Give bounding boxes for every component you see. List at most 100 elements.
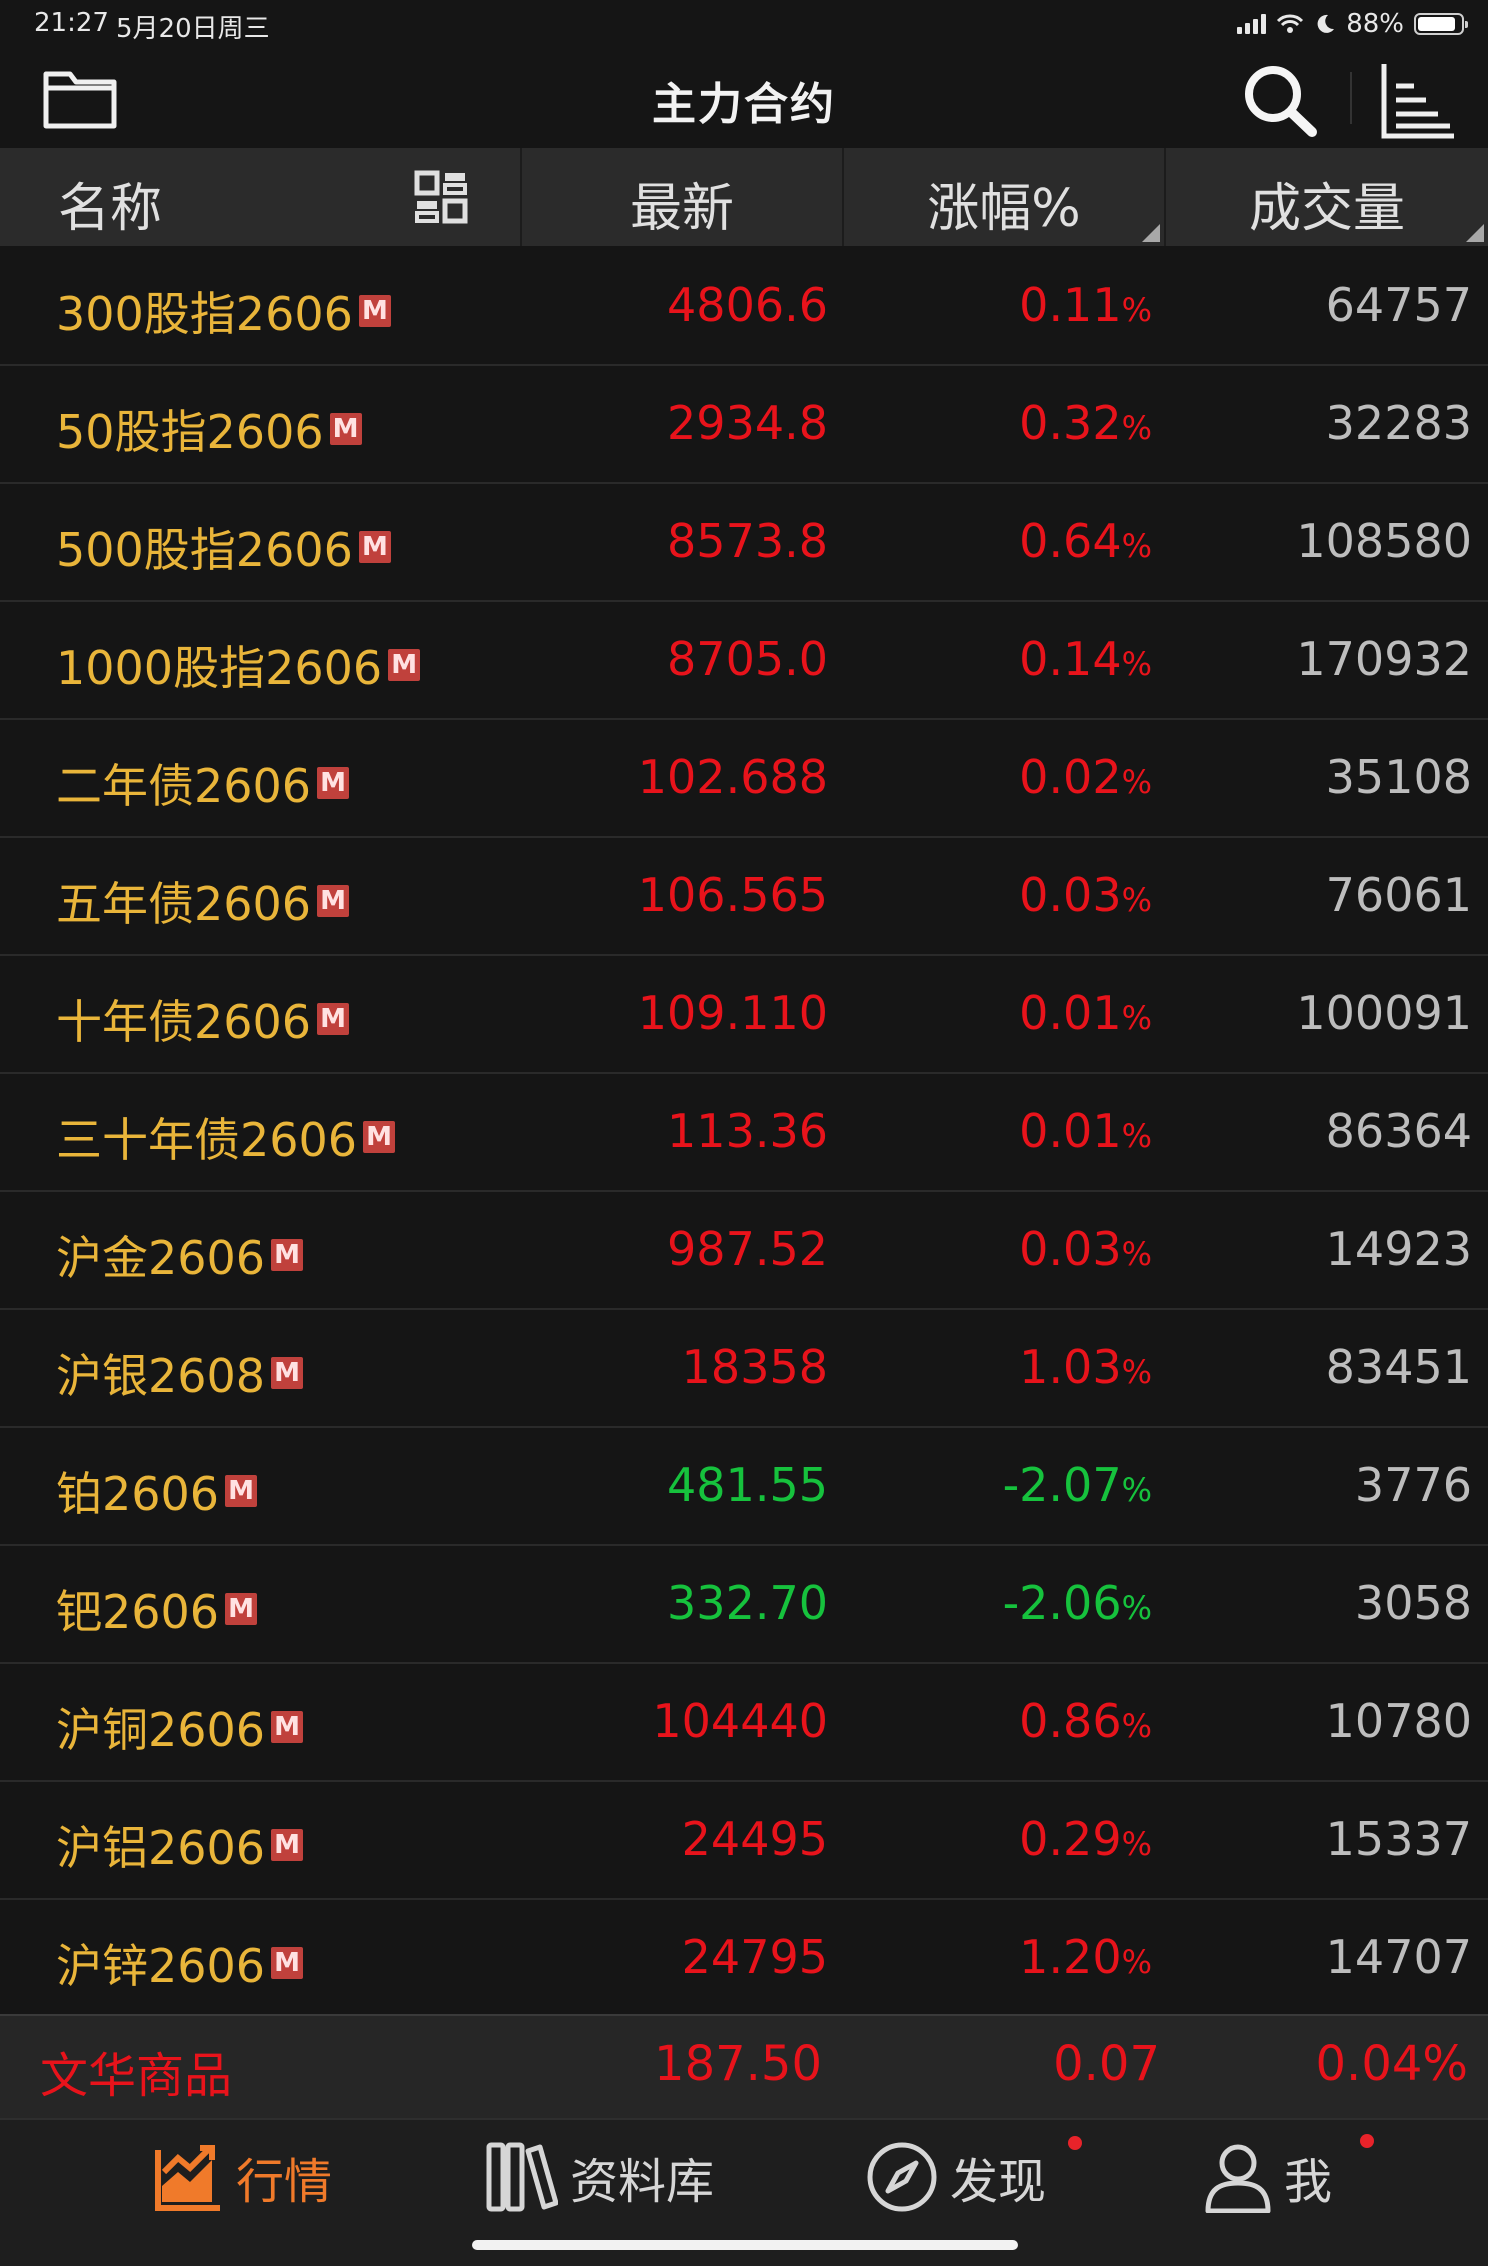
contract-name: 300股指2606 M <box>56 278 391 344</box>
change-percent: -2.06% <box>1003 1576 1152 1630</box>
table-row[interactable]: 三十年债2606 M 113.36 0.01% 86364 <box>0 1074 1488 1192</box>
table-row[interactable]: 铂2606 M 481.55 -2.07% 3776 <box>0 1428 1488 1546</box>
percent-unit: % <box>1121 1707 1152 1745</box>
volume: 100091 <box>1296 986 1472 1040</box>
column-header-last[interactable]: 最新 <box>522 148 844 246</box>
cellular-signal-icon <box>1237 14 1267 34</box>
percent-unit: % <box>1121 1943 1152 1981</box>
main-contract-badge: M <box>363 1121 396 1153</box>
contract-name-text: 沪锌2606 <box>56 1939 266 1993</box>
table-row[interactable]: 沪锌2606 M 24795 1.20% 14707 <box>0 1900 1488 2018</box>
change-percent: 0.01% <box>1019 1104 1152 1158</box>
table-row[interactable]: 50股指2606 M 2934.8 0.32% 32283 <box>0 366 1488 484</box>
change-percent: 0.02% <box>1019 750 1152 804</box>
change-percent: -2.07% <box>1003 1458 1152 1512</box>
status-bar: 21:27 5月20日周三 88% <box>0 0 1488 50</box>
books-icon <box>486 2142 558 2212</box>
contract-name: 沪银2608 M <box>56 1340 304 1406</box>
contract-name: 十年债2606 M <box>56 986 350 1052</box>
percent-unit: % <box>1121 999 1152 1037</box>
main-contract-badge: M <box>329 413 362 445</box>
index-price: 187.50 <box>654 2036 822 2092</box>
search-icon[interactable] <box>1240 62 1320 138</box>
tab-me[interactable]: 我 <box>1204 2134 1374 2214</box>
sort-corner-icon <box>1466 224 1484 242</box>
last-price: 102.688 <box>637 750 828 804</box>
last-price: 18358 <box>681 1340 828 1394</box>
volume: 15337 <box>1325 1812 1472 1866</box>
contract-name: 钯2606 M <box>56 1576 258 1642</box>
home-indicator <box>472 2240 1018 2250</box>
change-percent-value: -2.06 <box>1002 1576 1122 1630</box>
index-ticker-bar[interactable]: 文华商品 187.50 0.07 0.04% <box>0 2014 1488 2118</box>
change-percent-value: 0.03 <box>1019 868 1122 922</box>
table-row[interactable]: 五年债2606 M 106.565 0.03% 76061 <box>0 838 1488 956</box>
table-row[interactable]: 二年债2606 M 102.688 0.02% 35108 <box>0 720 1488 838</box>
table-row[interactable]: 沪银2608 M 18358 1.03% 83451 <box>0 1310 1488 1428</box>
tab-library[interactable]: 资料库 <box>486 2140 714 2214</box>
change-percent-value: 0.32 <box>1019 396 1122 450</box>
status-date: 5月20日周三 <box>116 14 270 44</box>
contract-name-text: 沪银2608 <box>56 1349 266 1403</box>
table-row[interactable]: 十年债2606 M 109.110 0.01% 100091 <box>0 956 1488 1074</box>
contract-name-text: 沪金2606 <box>56 1231 266 1285</box>
table-header: 名称 最新 涨幅% 成交量 <box>0 148 1488 246</box>
main-contract-badge: M <box>225 1593 258 1625</box>
volume: 3058 <box>1354 1576 1472 1630</box>
last-price: 113.36 <box>667 1104 828 1158</box>
trend-chart-icon <box>155 2145 220 2211</box>
volume: 170932 <box>1296 632 1472 686</box>
quote-list: 300股指2606 M 4806.6 0.11% 64757 50股指2606 M 2934.… <box>0 248 1488 2018</box>
table-row[interactable]: 沪铜2606 M 104440 0.86% 10780 <box>0 1664 1488 1782</box>
table-row[interactable]: 300股指2606 M 4806.6 0.11% 64757 <box>0 248 1488 366</box>
percent-unit: % <box>1121 1235 1152 1273</box>
tab-library-label: 资料库 <box>570 2154 715 2210</box>
compass-icon <box>867 2142 937 2212</box>
change-percent-value: 1.20 <box>1019 1930 1122 1984</box>
contract-name-text: 300股指2606 <box>56 287 353 341</box>
nav-bar: 主力合约 <box>0 50 1488 148</box>
change-percent: 1.03% <box>1019 1340 1152 1394</box>
change-percent: 0.11% <box>1019 278 1152 332</box>
percent-unit: % <box>1121 763 1152 801</box>
battery-fill <box>1418 17 1455 31</box>
table-row[interactable]: 沪铝2606 M 24495 0.29% 15337 <box>0 1782 1488 1900</box>
percent-unit: % <box>1121 527 1152 565</box>
percent-unit: % <box>1121 881 1152 919</box>
notification-dot <box>1360 2134 1374 2148</box>
tab-discover[interactable]: 发现 <box>866 2136 1082 2214</box>
volume: 10780 <box>1325 1694 1472 1748</box>
change-percent-value: 0.02 <box>1019 750 1122 804</box>
volume: 108580 <box>1296 514 1472 568</box>
contract-name: 500股指2606 M <box>56 514 391 580</box>
last-price: 332.70 <box>667 1576 828 1630</box>
main-contract-badge: M <box>388 649 421 681</box>
grid-layout-icon[interactable] <box>414 170 468 224</box>
notification-dot <box>1068 2136 1082 2150</box>
column-header-name[interactable]: 名称 <box>0 148 522 246</box>
change-percent-value: 1.03 <box>1019 1340 1122 1394</box>
table-row[interactable]: 1000股指2606 M 8705.0 0.14% 170932 <box>0 602 1488 720</box>
table-row[interactable]: 500股指2606 M 8573.8 0.64% 108580 <box>0 484 1488 602</box>
column-header-change[interactable]: 涨幅% <box>844 148 1166 246</box>
column-header-volume[interactable]: 成交量 <box>1166 148 1488 246</box>
main-contract-badge: M <box>358 295 391 327</box>
last-price: 2934.8 <box>667 396 828 450</box>
tab-discover-label: 发现 <box>950 2154 1047 2210</box>
sort-list-icon[interactable] <box>1378 60 1456 140</box>
table-row[interactable]: 钯2606 M 332.70 -2.06% 3058 <box>0 1546 1488 1664</box>
change-percent-value: 0.11 <box>1019 278 1122 332</box>
last-price: 24495 <box>681 1812 828 1866</box>
main-contract-badge: M <box>271 1357 304 1389</box>
contract-name: 沪锌2606 M <box>56 1930 304 1996</box>
tab-quotes[interactable]: 行情 <box>154 2140 332 2214</box>
contract-name-text: 十年债2606 <box>56 995 312 1049</box>
contract-name: 铂2606 M <box>56 1458 258 1524</box>
status-time: 21:27 <box>34 8 109 38</box>
contract-name: 五年债2606 M <box>56 868 350 934</box>
last-price: 104440 <box>652 1694 828 1748</box>
change-percent: 0.03% <box>1019 868 1152 922</box>
change-percent-value: -2.07 <box>1002 1458 1122 1512</box>
table-row[interactable]: 沪金2606 M 987.52 0.03% 14923 <box>0 1192 1488 1310</box>
percent-unit: % <box>1121 1471 1152 1509</box>
